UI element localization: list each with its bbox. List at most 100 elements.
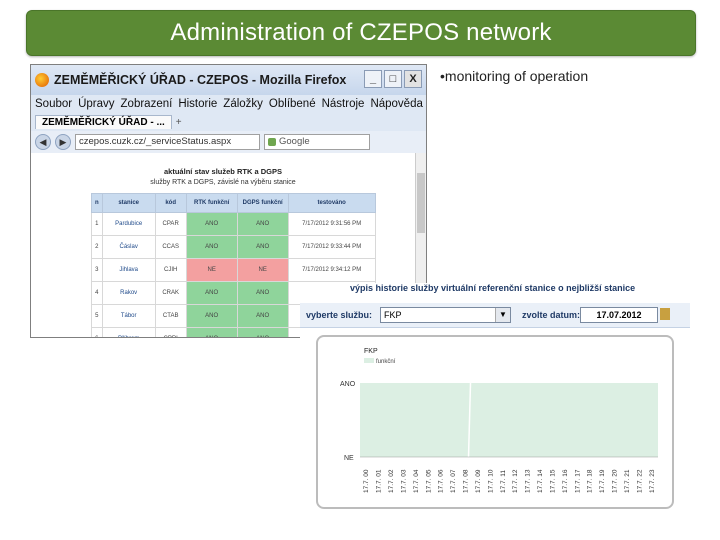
cell-kod: CJIH: [154, 258, 187, 282]
menu-zalozky[interactable]: Záložky: [223, 98, 263, 110]
cell-kod: CTAB: [154, 304, 187, 328]
cell-testovano: 7/17/2012 9:31:56 PM: [287, 212, 376, 236]
chart-area-fill: [360, 383, 658, 457]
cell-n: 4: [91, 281, 103, 305]
bullet-text: •monitoring of operation: [440, 68, 589, 84]
tab-active[interactable]: ZEMĚMĚŘICKÝ ÚŘAD - ...: [35, 115, 172, 129]
cell-n: 5: [91, 304, 103, 328]
cell-stanice[interactable]: Pardubice: [101, 212, 156, 236]
menu-zobrazeni[interactable]: Zobrazení: [121, 98, 173, 110]
menu-bar: Soubor Úpravy Zobrazení Historie Záložky…: [31, 95, 426, 113]
cell-dgps: ANO: [236, 281, 289, 305]
x-tick-label: 17.7. 22: [636, 469, 643, 493]
chart-svg: ANO NE FKP funkční 17.7. 00 17.7. 01 17.7. 02 1…: [340, 348, 658, 493]
status-subheading: služby RTK a DGPS, závislé na výběru sta…: [150, 179, 296, 186]
col-n: n: [91, 193, 103, 213]
x-tick-label: 17.7. 23: [649, 469, 656, 493]
col-testovano: testováno: [287, 193, 376, 213]
cell-dgps: ANO: [236, 235, 289, 259]
minimize-button[interactable]: _: [364, 70, 382, 88]
new-tab-button[interactable]: +: [176, 117, 182, 128]
cell-stanice[interactable]: Tábor: [101, 304, 156, 328]
back-arrow-icon[interactable]: ◀: [35, 134, 51, 150]
table-row: 1 Pardubice CPAR ANO ANO 7/17/2012 9:31:56 PM: [91, 212, 376, 236]
date-label: zvolte datum:: [522, 310, 581, 320]
table-row: 2 Čáslav CCAS ANO ANO 7/17/2012 9:33:44 PM: [91, 235, 376, 259]
maximize-button[interactable]: □: [384, 70, 402, 88]
x-tick-label: 17.7. 05: [425, 469, 432, 493]
col-dgps: DGPS funkční: [236, 193, 289, 213]
menu-soubor[interactable]: Soubor: [35, 98, 72, 110]
x-tick-label: 17.7. 19: [599, 469, 606, 493]
close-button[interactable]: X: [404, 70, 422, 88]
cell-rtk: ANO: [185, 281, 238, 305]
legend-title: FKP: [364, 348, 378, 355]
cell-dgps: ANO: [236, 304, 289, 328]
x-tick-label: 17.7. 17: [574, 469, 581, 493]
x-tick-label: 17.7. 00: [363, 469, 370, 493]
firefox-logo-icon: [35, 73, 49, 87]
x-tick-label: 17.7. 14: [537, 469, 544, 493]
cell-stanice[interactable]: Rakov: [101, 281, 156, 305]
slide-title: Administration of CZEPOS network: [170, 19, 552, 46]
x-tick-label: 17.7. 12: [512, 469, 519, 493]
cell-kod: CPRI: [154, 327, 187, 337]
menu-oblibene[interactable]: Oblíbené: [269, 98, 316, 110]
legend-swatch: [364, 358, 374, 363]
date-input[interactable]: 17.07.2012: [580, 307, 658, 323]
cell-testovano: 7/17/2012 9:33:44 PM: [287, 235, 376, 259]
x-tick-label: 17.7. 10: [487, 469, 494, 493]
service-value: FKP: [384, 310, 402, 320]
cell-stanice[interactable]: Jihlava: [101, 258, 156, 282]
window-title: ZEMĚMĚŘICKÝ ÚŘAD - CZEPOS - Mozilla Fire…: [54, 73, 347, 87]
service-select[interactable]: FKP ▼: [380, 307, 511, 323]
window-controls: _ □ X: [364, 70, 422, 88]
col-rtk: RTK funkční: [185, 193, 238, 213]
forward-arrow-icon[interactable]: ▶: [55, 134, 71, 150]
x-tick-label: 17.7. 03: [400, 469, 407, 493]
x-tick-label: 17.7. 04: [413, 469, 420, 493]
x-tick-label: 17.7. 15: [549, 469, 556, 493]
x-tick-label: 17.7. 11: [500, 470, 507, 493]
x-tick-label: 17.7. 16: [562, 469, 569, 493]
x-tick-label: 17.7. 07: [450, 469, 457, 493]
service-label: vyberte službu:: [306, 310, 373, 320]
cell-stanice[interactable]: Příbram: [101, 327, 156, 337]
cell-n: 6: [91, 327, 103, 337]
x-tick-label: 17.7. 01: [376, 469, 383, 493]
menu-upravy[interactable]: Úpravy: [78, 98, 114, 110]
menu-napoveda[interactable]: Nápověda: [370, 98, 422, 110]
table-header-row: n stanice kód RTK funkční DGPS funkční t…: [91, 193, 376, 213]
window-titlebar: ZEMĚMĚŘICKÝ ÚŘAD - CZEPOS - Mozilla Fire…: [31, 65, 426, 95]
cell-rtk: ANO: [185, 304, 238, 328]
slide-title-bar: Administration of CZEPOS network: [26, 10, 696, 56]
search-input[interactable]: Google: [264, 134, 370, 150]
y-tick-label: NE: [344, 455, 354, 462]
address-bar[interactable]: czepos.cuzk.cz/_serviceStatus.aspx: [75, 134, 260, 150]
calendar-icon[interactable]: [660, 308, 670, 320]
history-filter-bar: vyberte službu: FKP ▼ zvolte datum: 17.0…: [300, 303, 690, 328]
cell-kod: CPAR: [154, 212, 187, 236]
x-tick-label: 17.7. 20: [612, 469, 619, 493]
chevron-down-icon[interactable]: ▼: [495, 308, 510, 322]
x-tick-label: 17.7. 13: [525, 469, 532, 493]
cell-n: 1: [91, 212, 103, 236]
history-chart: ANO NE FKP funkční 17.7. 00 17.7. 01 17.7. 02 1…: [316, 335, 674, 509]
menu-historie[interactable]: Historie: [178, 98, 217, 110]
cell-testovano: 7/17/2012 9:34:12 PM: [287, 258, 376, 282]
cell-dgps: ANO: [236, 327, 289, 337]
y-tick-label: ANO: [340, 381, 356, 388]
x-tick-label: 17.7. 18: [587, 469, 594, 493]
cell-n: 2: [91, 235, 103, 259]
x-tick-label: 17.7. 06: [438, 469, 445, 493]
cell-n: 3: [91, 258, 103, 282]
status-heading: aktuální stav služeb RTK a DGPS: [164, 167, 282, 176]
col-stanice: stanice: [101, 193, 156, 213]
history-heading: výpis historie služby virtuální referenč…: [350, 283, 636, 293]
cell-stanice[interactable]: Čáslav: [101, 235, 156, 259]
cell-kod: CRAK: [154, 281, 187, 305]
menu-nastroje[interactable]: Nástroje: [322, 98, 365, 110]
navigation-bar: ◀ ▶ czepos.cuzk.cz/_serviceStatus.aspx G…: [31, 131, 426, 154]
cell-kod: CCAS: [154, 235, 187, 259]
scrollbar-thumb[interactable]: [417, 173, 425, 233]
